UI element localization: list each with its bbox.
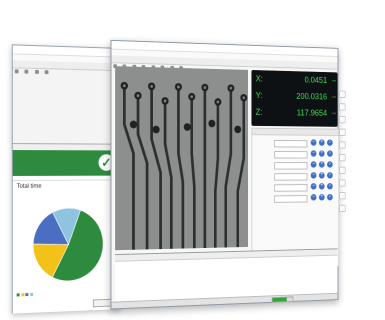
pie-chart <box>30 205 106 285</box>
set-button[interactable]: › <box>327 172 333 179</box>
dro-axis-label: Y: <box>255 90 263 100</box>
legend-swatch <box>21 293 25 297</box>
screenshot-stage: ✓ Total time X: 0.0451 mm Y: 200.0316 mm… <box>2 14 346 314</box>
left-toolbar <box>12 60 119 75</box>
plus-button[interactable]: + <box>318 161 325 168</box>
progress-fill <box>272 297 287 302</box>
tool-icon[interactable] <box>339 179 346 187</box>
param-field[interactable] <box>274 162 308 170</box>
dro-row-x: X: 0.0451 mm <box>256 74 337 85</box>
toolbar-icon[interactable] <box>14 69 19 74</box>
left-window: ✓ Total time <box>11 44 120 314</box>
param-field[interactable] <box>274 195 308 203</box>
dro-value: 117.9654 <box>296 107 328 118</box>
tool-icon[interactable] <box>339 204 346 213</box>
minus-button[interactable]: − <box>310 172 317 179</box>
result-banner: ✓ <box>12 150 119 176</box>
dro-axis-label: Z: <box>255 107 263 117</box>
lower-tabstrip[interactable] <box>115 249 338 262</box>
param-field[interactable] <box>274 184 308 192</box>
tool-icon[interactable] <box>339 192 346 200</box>
param-field[interactable] <box>274 173 308 181</box>
report-window: ✓ Total time <box>12 143 119 314</box>
plus-button[interactable]: + <box>318 172 325 179</box>
plus-button[interactable]: + <box>318 139 325 146</box>
param-field[interactable] <box>274 139 308 148</box>
tool-icon[interactable] <box>339 166 346 174</box>
param-row: − + › <box>256 139 335 148</box>
toolbar-icon[interactable] <box>24 69 29 74</box>
tool-icon[interactable] <box>339 90 346 98</box>
pcb-image <box>115 66 249 251</box>
minus-button[interactable]: − <box>310 139 317 146</box>
param-row: − + › <box>256 183 335 192</box>
right-tool-rail <box>338 85 346 266</box>
legend-swatch <box>25 293 29 297</box>
tool-icon[interactable] <box>339 103 346 111</box>
dro-value: 200.0316 <box>296 91 328 102</box>
camera-view[interactable] <box>115 66 249 251</box>
tool-icon[interactable] <box>339 154 346 162</box>
set-button[interactable]: › <box>327 161 333 168</box>
param-field[interactable] <box>274 151 308 159</box>
legend-swatch <box>16 293 20 297</box>
dro-row-y: Y: 200.0316 mm <box>256 91 337 102</box>
dro-value: 0.0451 <box>304 75 328 85</box>
toolbar-icon[interactable] <box>45 70 49 75</box>
toolbar-icon[interactable] <box>34 69 39 74</box>
pie-legend <box>16 292 34 297</box>
param-row: − + › <box>256 161 335 170</box>
set-button[interactable]: › <box>327 139 333 146</box>
param-row: − + › <box>256 193 335 203</box>
dro-unit: mm <box>331 78 336 83</box>
set-button[interactable]: › <box>327 150 333 157</box>
dro-row-z: Z: 117.9654 mm <box>256 107 337 117</box>
dro-unit: mm <box>331 94 336 99</box>
legend-swatch <box>30 292 34 296</box>
set-button[interactable]: › <box>327 183 333 190</box>
tool-icon[interactable] <box>339 128 346 136</box>
minus-button[interactable]: − <box>310 161 317 168</box>
plus-button[interactable]: + <box>318 150 325 157</box>
plus-button[interactable]: + <box>318 183 325 190</box>
param-row: − + › <box>256 172 335 181</box>
main-window: X: 0.0451 mm Y: 200.0316 mm Z: 117.9654 … <box>110 39 346 310</box>
dro-display: X: 0.0451 mm Y: 200.0316 mm Z: 117.9654 … <box>251 69 338 127</box>
dro-axis-label: X: <box>255 73 263 84</box>
tool-icon[interactable] <box>339 141 346 149</box>
panel-header <box>252 128 339 136</box>
set-button[interactable]: › <box>327 193 333 201</box>
plus-button[interactable]: + <box>318 194 325 201</box>
dro-unit: mm <box>331 111 336 116</box>
param-row: − + › <box>256 150 335 159</box>
progress-bar <box>271 296 294 303</box>
tool-icon[interactable] <box>339 115 346 124</box>
minus-button[interactable]: − <box>310 194 317 201</box>
minus-button[interactable]: − <box>310 183 317 190</box>
minus-button[interactable]: − <box>310 150 317 157</box>
